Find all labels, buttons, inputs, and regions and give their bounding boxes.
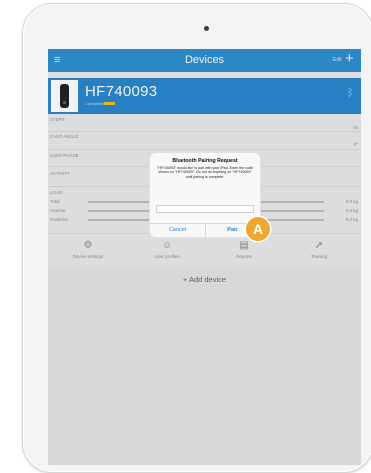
callout-badge: A [246, 217, 270, 241]
cancel-button[interactable]: Cancel [150, 227, 205, 233]
modal-overlay [48, 49, 361, 465]
pairing-alert: Bluetooth Pairing Request "HF740093" wou… [150, 153, 260, 237]
camera-dot [204, 26, 209, 31]
pairing-code-input[interactable] [156, 205, 254, 213]
alert-message: "HF740093" would like to pair with your … [156, 166, 254, 179]
screen: ≡ Devices Edit + HF740093 Connected ᛒ ST… [48, 49, 361, 465]
alert-title: Bluetooth Pairing Request [172, 158, 238, 164]
